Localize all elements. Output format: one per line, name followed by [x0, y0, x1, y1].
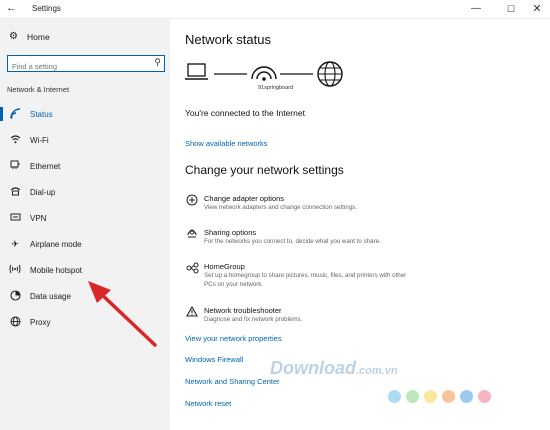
wifi-icon — [9, 134, 21, 146]
close-button[interactable]: ✕ — [524, 0, 550, 18]
watermark-dot — [424, 390, 437, 403]
option-desc: For the networks you connect to, decide … — [204, 238, 381, 245]
option-title: Change adapter options — [204, 194, 285, 203]
sidebar-item-data-usage[interactable]: Data usage — [0, 284, 170, 308]
sidebar-item-label: Data usage — [30, 291, 71, 301]
data-usage-icon — [9, 289, 21, 303]
sidebar-item-label: Dial-up — [30, 187, 56, 197]
sharing-icon — [185, 228, 199, 243]
airplane-icon: ✈ — [11, 238, 19, 249]
sidebar-item-mobile-hotspot[interactable]: Mobile hotspot — [0, 258, 170, 282]
network-troubleshooter[interactable]: Network troubleshooter Diagnose and fix … — [185, 305, 405, 328]
homegroup-icon — [185, 262, 199, 277]
homegroup-option[interactable]: HomeGroup Set up a homegroup to share pi… — [185, 262, 406, 292]
watermark-dots — [388, 390, 491, 403]
wifi-router-icon — [251, 66, 277, 81]
watermark-dot — [406, 390, 419, 403]
page-title: Network status — [185, 32, 271, 47]
option-title: Sharing options — [204, 228, 257, 237]
internet-globe-icon — [317, 61, 343, 87]
sidebar-item-label: VPN — [30, 213, 47, 223]
windows-firewall-link[interactable]: Windows Firewall — [185, 355, 243, 364]
watermark-dot — [388, 390, 401, 403]
home-label: Home — [27, 31, 50, 42]
option-desc: View network adapters and change connect… — [204, 204, 357, 211]
adapter-icon — [185, 194, 199, 209]
window-title: Settings — [32, 4, 61, 13]
search-icon[interactable]: ⚲ — [154, 57, 161, 68]
vpn-icon — [9, 212, 21, 224]
sidebar: ⚙ Home ⚲ Network & Internet Status Wi-Fi… — [0, 19, 170, 430]
sidebar-item-status[interactable]: Status — [0, 102, 170, 126]
sidebar-item-label: Wi-Fi — [30, 135, 49, 145]
option-title: Network troubleshooter — [204, 306, 282, 315]
sidebar-item-label: Status — [30, 109, 53, 119]
network-sharing-center-link[interactable]: Network and Sharing Center — [185, 377, 280, 386]
sidebar-item-airplane-mode[interactable]: ✈ Airplane mode — [0, 232, 170, 256]
sidebar-item-dialup[interactable]: Dial-up — [0, 180, 170, 204]
sidebar-item-wifi[interactable]: Wi-Fi — [0, 128, 170, 152]
network-name: 91springboard — [258, 85, 294, 91]
warning-icon — [185, 305, 199, 320]
show-available-networks-link[interactable]: Show available networks — [185, 139, 268, 148]
sidebar-item-label: Airplane mode — [30, 239, 82, 249]
search-box[interactable]: ⚲ — [7, 55, 165, 74]
sidebar-item-proxy[interactable]: Proxy — [0, 310, 170, 334]
watermark-dot — [442, 390, 455, 403]
watermark-dot — [460, 390, 473, 403]
option-desc: Set up a homegroup to share pictures, mu… — [204, 272, 407, 288]
gear-icon: ⚙ — [9, 31, 18, 42]
section-heading: Network & Internet — [7, 85, 70, 94]
sidebar-item-label: Mobile hotspot — [30, 265, 83, 275]
home-nav-item[interactable]: ⚙ Home — [9, 31, 50, 42]
sidebar-item-label: Ethernet — [30, 161, 61, 171]
option-title: HomeGroup — [204, 262, 245, 271]
sidebar-item-ethernet[interactable]: Ethernet — [0, 154, 170, 178]
sidebar-item-label: Proxy — [30, 317, 51, 327]
laptop-icon — [185, 63, 208, 80]
title-bar: ← Settings — ☐ ✕ — [0, 0, 550, 19]
dialup-icon — [9, 186, 21, 198]
sharing-options[interactable]: Sharing options For the networks you con… — [185, 228, 405, 250]
view-network-properties-link[interactable]: View your network properties — [185, 334, 282, 343]
sidebar-item-vpn[interactable]: VPN — [0, 206, 170, 230]
watermark-logo: Download.com.vn — [270, 358, 398, 378]
globe-icon — [9, 316, 21, 329]
connection-status-text: You're connected to the Internet — [185, 108, 305, 118]
change-adapter-options[interactable]: Change adapter options View network adap… — [185, 194, 405, 216]
search-input[interactable] — [8, 59, 148, 74]
maximize-button[interactable]: ☐ — [498, 0, 524, 18]
status-icon — [9, 107, 21, 121]
network-reset-link[interactable]: Network reset — [185, 399, 231, 408]
minimize-button[interactable]: — — [463, 0, 489, 18]
change-settings-heading: Change your network settings — [185, 163, 344, 177]
hotspot-icon — [9, 264, 21, 276]
watermark-dot — [478, 390, 491, 403]
ethernet-icon — [9, 160, 21, 172]
back-arrow-icon[interactable]: ← — [6, 2, 17, 14]
option-desc: Diagnose and fix network problems. — [204, 316, 303, 323]
